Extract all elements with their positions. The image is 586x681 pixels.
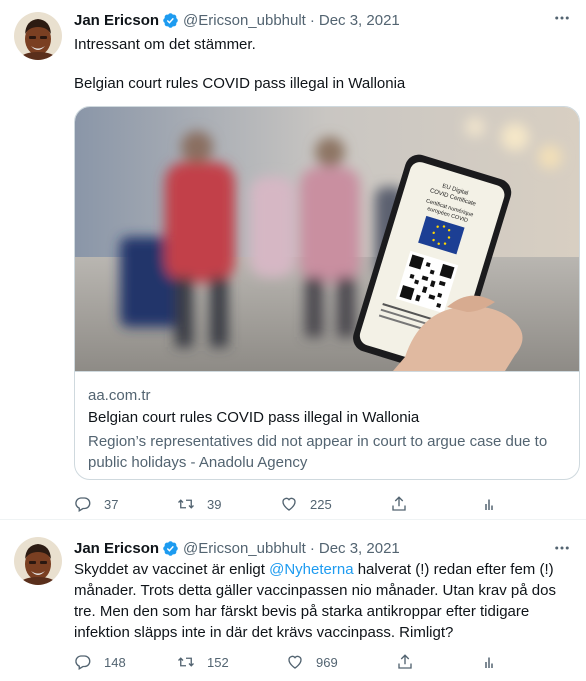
- author-name[interactable]: Jan Ericson: [74, 540, 159, 557]
- retweet-button[interactable]: 39: [177, 492, 221, 516]
- heart-icon: [282, 497, 296, 511]
- heart-icon: [288, 655, 302, 669]
- analytics-icon: [485, 657, 493, 668]
- retweet-count: 152: [207, 654, 229, 670]
- mention-link[interactable]: @Nyheterna: [269, 561, 353, 578]
- card-body[interactable]: aa.com.tr Belgian court rules COVID pass…: [75, 371, 579, 479]
- avatar[interactable]: [14, 537, 62, 585]
- tweet-text: Skyddet av vaccinet är enligt @Nyheterna…: [74, 559, 574, 643]
- avatar[interactable]: [14, 12, 62, 60]
- more-dots-icon[interactable]: [548, 538, 576, 558]
- tweet[interactable]: Jan Ericson @Ericson_ubbhult · Dec 3, 20…: [0, 521, 586, 681]
- retweet-button[interactable]: 152: [177, 650, 229, 674]
- share-button[interactable]: [390, 492, 408, 516]
- analytics-icon: [485, 499, 493, 510]
- like-count: 969: [316, 654, 338, 670]
- analytics-button[interactable]: [480, 492, 498, 516]
- share-icon: [392, 496, 406, 511]
- card-title: Belgian court rules COVID pass illegal i…: [88, 409, 420, 426]
- share-button[interactable]: [396, 650, 414, 674]
- card-image: EU Digital COVID Certificate Certificat …: [75, 107, 579, 371]
- card-description: Region’s representatives did not appear …: [88, 433, 548, 471]
- avatar-photo: [14, 537, 62, 585]
- retweet-icon: [178, 499, 194, 509]
- tweet-actions: 37 39 225: [74, 492, 504, 516]
- like-button[interactable]: 225: [280, 492, 332, 516]
- more-dots-icon[interactable]: [548, 8, 576, 28]
- separator-dot: ·: [309, 11, 315, 29]
- tweet-date[interactable]: Dec 3, 2021: [319, 540, 400, 557]
- author-handle[interactable]: @Ericson_ubbhult: [183, 12, 306, 29]
- verified-badge-icon: [162, 12, 179, 29]
- tweet-header: Jan Ericson @Ericson_ubbhult · Dec 3, 20…: [74, 10, 400, 30]
- analytics-button[interactable]: [480, 650, 498, 674]
- tweet-actions: 148 152 969: [74, 650, 504, 674]
- reply-button[interactable]: 148: [74, 650, 126, 674]
- card-domain: aa.com.tr: [88, 387, 151, 404]
- author-name[interactable]: Jan Ericson: [74, 12, 159, 29]
- link-card[interactable]: EU Digital COVID Certificate Certificat …: [74, 106, 580, 480]
- avatar-photo: [14, 12, 62, 60]
- reply-icon: [75, 655, 91, 670]
- tweet-date[interactable]: Dec 3, 2021: [319, 12, 400, 29]
- tweet-text: Intressant om det stämmer.: [74, 36, 256, 53]
- author-handle[interactable]: @Ericson_ubbhult: [183, 540, 306, 557]
- tweet[interactable]: Jan Ericson @Ericson_ubbhult · Dec 3, 20…: [0, 0, 586, 520]
- reply-icon: [75, 497, 91, 512]
- like-count: 225: [310, 496, 332, 512]
- tweet-text-part: Skyddet av vaccinet är enligt: [74, 561, 270, 578]
- reply-count: 148: [104, 654, 126, 670]
- like-button[interactable]: 969: [286, 650, 338, 674]
- separator-dot: ·: [309, 539, 315, 557]
- tweet-text-headline: Belgian court rules COVID pass illegal i…: [74, 75, 406, 92]
- retweet-icon: [178, 657, 194, 667]
- tweet-divider: [0, 519, 586, 520]
- reply-button[interactable]: 37: [74, 492, 118, 516]
- share-icon: [398, 654, 412, 669]
- tweet-header: Jan Ericson @Ericson_ubbhult · Dec 3, 20…: [74, 538, 400, 558]
- retweet-count: 39: [207, 496, 222, 512]
- verified-badge-icon: [162, 540, 179, 557]
- reply-count: 37: [104, 496, 119, 512]
